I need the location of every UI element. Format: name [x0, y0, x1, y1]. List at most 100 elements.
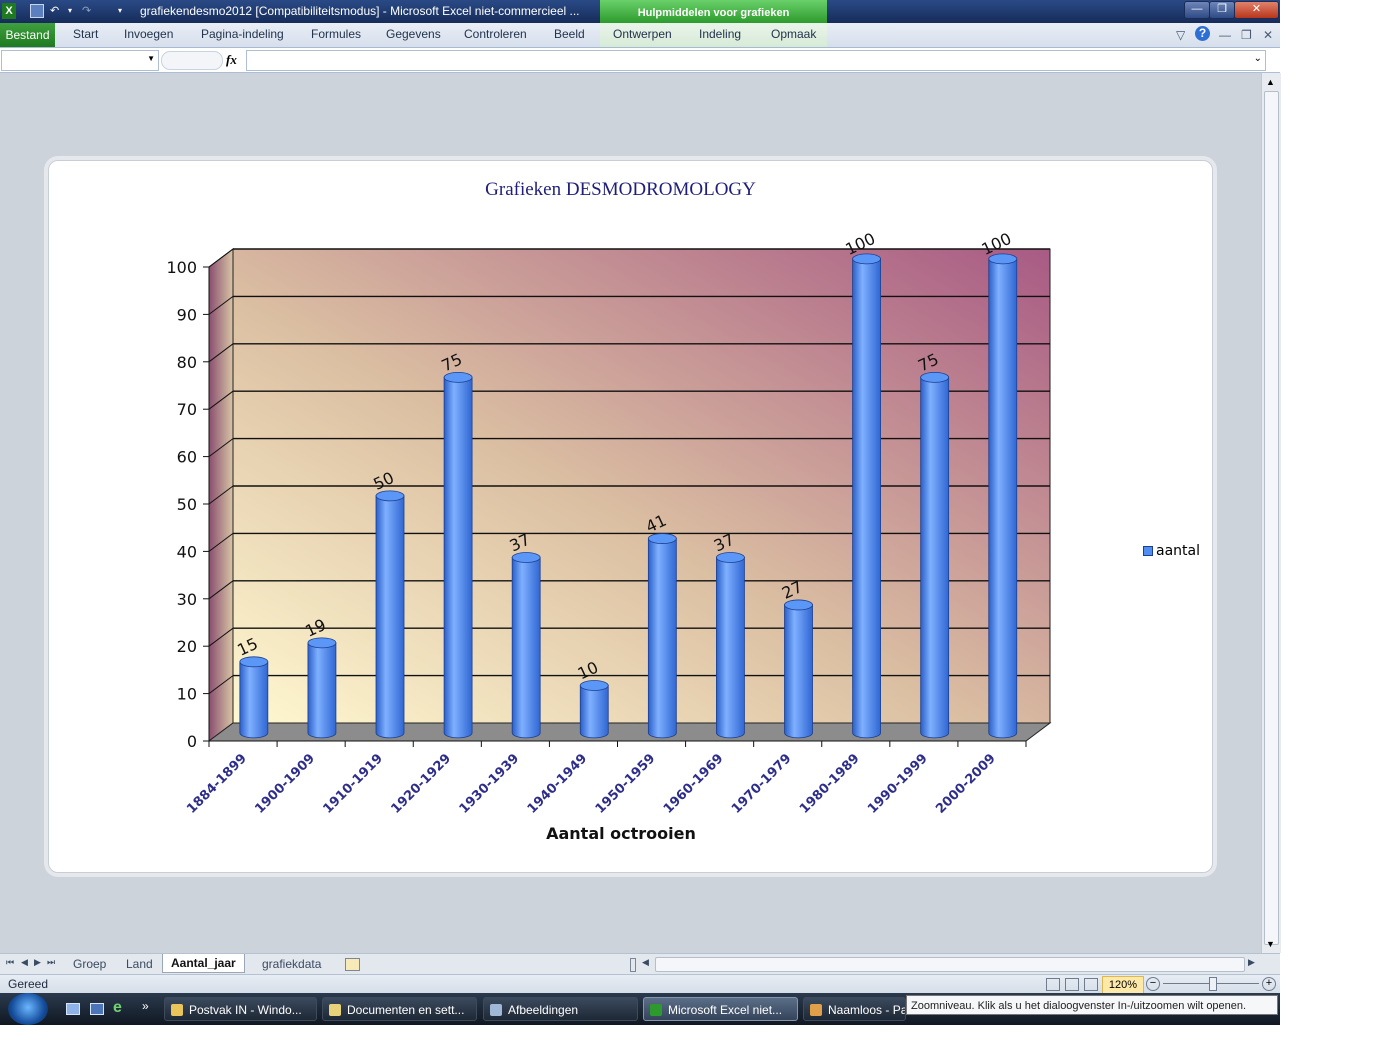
start-button[interactable]: [8, 993, 48, 1025]
prev-sheet-icon[interactable]: ◀: [21, 957, 28, 968]
bar-1930-1939: [512, 558, 540, 738]
minimize-button[interactable]: —: [1184, 1, 1210, 19]
tab-bestand[interactable]: Bestand: [0, 23, 55, 47]
bar-1910-1919: [376, 496, 404, 738]
chart-tools-group-label: Hulpmiddelen voor grafieken: [600, 0, 827, 23]
tab-split-handle[interactable]: [630, 958, 636, 972]
sheet-tab-land[interactable]: Land: [126, 957, 153, 971]
switch-windows-icon[interactable]: [90, 1003, 104, 1015]
redo-icon[interactable]: ↷: [82, 3, 91, 19]
zoom-level[interactable]: 120%: [1102, 976, 1144, 994]
bar-1990-1999: [921, 377, 949, 738]
chart-title[interactable]: Grafieken DESMODROMOLOGY: [49, 179, 1192, 201]
y-tick-label: 10: [177, 685, 197, 704]
y-tick-label: 80: [177, 353, 197, 372]
formula-bar-grip[interactable]: [161, 51, 223, 70]
scroll-right-icon[interactable]: ▶: [1248, 957, 1255, 968]
chart-legend[interactable]: aantal: [1143, 543, 1200, 559]
taskbar-item-outlook[interactable]: Postvak IN - Windo...: [164, 997, 317, 1021]
formula-input[interactable]: ⌄: [246, 50, 1266, 71]
sheet-tab-aantal-jaar[interactable]: Aantal_jaar: [162, 954, 245, 973]
quicklaunch-more-icon[interactable]: »: [142, 999, 149, 1013]
x-tick-label: 1930-1939: [457, 751, 523, 817]
x-tick-label: 1910-1919: [320, 751, 386, 817]
tab-opmaak[interactable]: Opmaak: [771, 27, 816, 41]
save-icon[interactable]: [30, 4, 44, 18]
bar-1960-1969: [716, 558, 744, 738]
insert-function-icon[interactable]: fx: [226, 52, 237, 68]
x-tick-label: 1960-1969: [661, 751, 727, 817]
workbook-restore-icon[interactable]: ❐: [1241, 28, 1252, 42]
tab-ontwerpen[interactable]: Ontwerpen: [613, 27, 672, 41]
x-axis-title[interactable]: Aantal octrooien: [461, 824, 781, 843]
taskbar-item-label: Postvak IN - Windo...: [189, 1003, 302, 1017]
bar-1980-1989: [853, 259, 881, 738]
x-tick-label: 1990-1999: [865, 751, 931, 817]
scroll-left-icon[interactable]: ◀: [642, 957, 649, 968]
tab-start[interactable]: Start: [73, 27, 98, 41]
help-icon[interactable]: ?: [1195, 26, 1210, 41]
last-sheet-icon[interactable]: ⏭: [47, 957, 55, 968]
sheet-tab-groep[interactable]: Groep: [73, 957, 106, 971]
scroll-down-icon[interactable]: ▼: [1266, 939, 1275, 949]
zoom-in-icon[interactable]: +: [1262, 977, 1276, 991]
status-bar: Gereed 120% − +: [0, 974, 1280, 994]
internet-explorer-icon[interactable]: e: [113, 999, 122, 1017]
expand-formula-icon[interactable]: ⌄: [1254, 53, 1262, 64]
zoom-out-icon[interactable]: −: [1146, 977, 1160, 991]
taskbar-item-documents[interactable]: Documenten en sett...: [322, 997, 477, 1021]
maximize-button[interactable]: ❐: [1209, 1, 1235, 19]
tab-formules[interactable]: Formules: [311, 27, 361, 41]
insert-sheet-icon[interactable]: [345, 958, 360, 971]
bar-1920-1929: [444, 377, 472, 738]
name-box-dropdown-icon[interactable]: ▼: [147, 54, 155, 63]
undo-icon[interactable]: ↶: [50, 3, 59, 19]
workbook-close-icon[interactable]: ✕: [1263, 28, 1273, 42]
sheet-tab-bar: ⏮ ◀ ▶ ⏭ Groep Land Aantal_jaar grafiekda…: [0, 953, 1280, 975]
tab-indeling[interactable]: Indeling: [699, 27, 741, 41]
ribbon-tabs: Bestand Start Invoegen Pagina-indeling F…: [0, 23, 1280, 48]
show-desktop-icon[interactable]: [66, 1003, 80, 1015]
normal-view-icon[interactable]: [1046, 978, 1060, 991]
workbook-minimize-icon[interactable]: —: [1219, 28, 1231, 42]
y-tick-label: 90: [177, 305, 197, 324]
tab-gegevens[interactable]: Gegevens: [386, 27, 441, 41]
taskbar-item-paint[interactable]: Naamloos - Pa: [803, 997, 906, 1021]
bar-2000-2009: [989, 259, 1017, 738]
taskbar-item-afbeeldingen[interactable]: Afbeeldingen: [483, 997, 638, 1021]
x-tick-label: 1950-1959: [593, 751, 659, 817]
scroll-up-icon[interactable]: ▲: [1266, 77, 1275, 87]
customize-toolbar-icon[interactable]: ▾: [118, 3, 122, 19]
tab-beeld[interactable]: Beeld: [554, 27, 585, 41]
taskbar-item-excel[interactable]: Microsoft Excel niet...: [643, 997, 798, 1021]
vertical-scrollbar[interactable]: ▲ ▼: [1261, 73, 1281, 953]
tab-pagina-indeling[interactable]: Pagina-indeling: [201, 27, 284, 41]
page-layout-view-icon[interactable]: [1065, 978, 1079, 991]
bar-1970-1979: [785, 605, 813, 738]
zoom-slider-thumb[interactable]: [1209, 977, 1217, 991]
y-tick-label: 30: [177, 590, 197, 609]
bar-1884-1899: [240, 662, 268, 738]
minimize-ribbon-icon[interactable]: ▽: [1176, 28, 1185, 42]
scroll-thumb[interactable]: [1264, 91, 1279, 945]
bar-chart[interactable]: 0102030405060708090100151884-1899191900-…: [49, 161, 1212, 872]
x-tick-label: 1940-1949: [525, 751, 591, 817]
undo-dropdown-icon[interactable]: ▾: [68, 3, 72, 19]
legend-label: aantal: [1156, 543, 1200, 559]
y-tick-label: 40: [177, 542, 197, 561]
tab-controleren[interactable]: Controleren: [464, 27, 527, 41]
first-sheet-icon[interactable]: ⏮: [6, 957, 14, 968]
name-box[interactable]: ▼: [1, 50, 159, 71]
page-break-view-icon[interactable]: [1084, 978, 1098, 991]
next-sheet-icon[interactable]: ▶: [34, 957, 41, 968]
x-tick-label: 1970-1979: [729, 751, 795, 817]
x-tick-label: 1980-1989: [797, 751, 863, 817]
taskbar-item-label: Afbeeldingen: [508, 1003, 578, 1017]
excel-app-icon[interactable]: X: [2, 3, 16, 19]
tab-invoegen[interactable]: Invoegen: [124, 27, 173, 41]
sheet-tab-grafiekdata[interactable]: grafiekdata: [262, 957, 321, 971]
horizontal-scrollbar[interactable]: [655, 957, 1245, 972]
close-button[interactable]: ✕: [1234, 1, 1279, 19]
chart-area[interactable]: 0102030405060708090100151884-1899191900-…: [48, 160, 1213, 873]
status-ready: Gereed: [8, 977, 48, 991]
